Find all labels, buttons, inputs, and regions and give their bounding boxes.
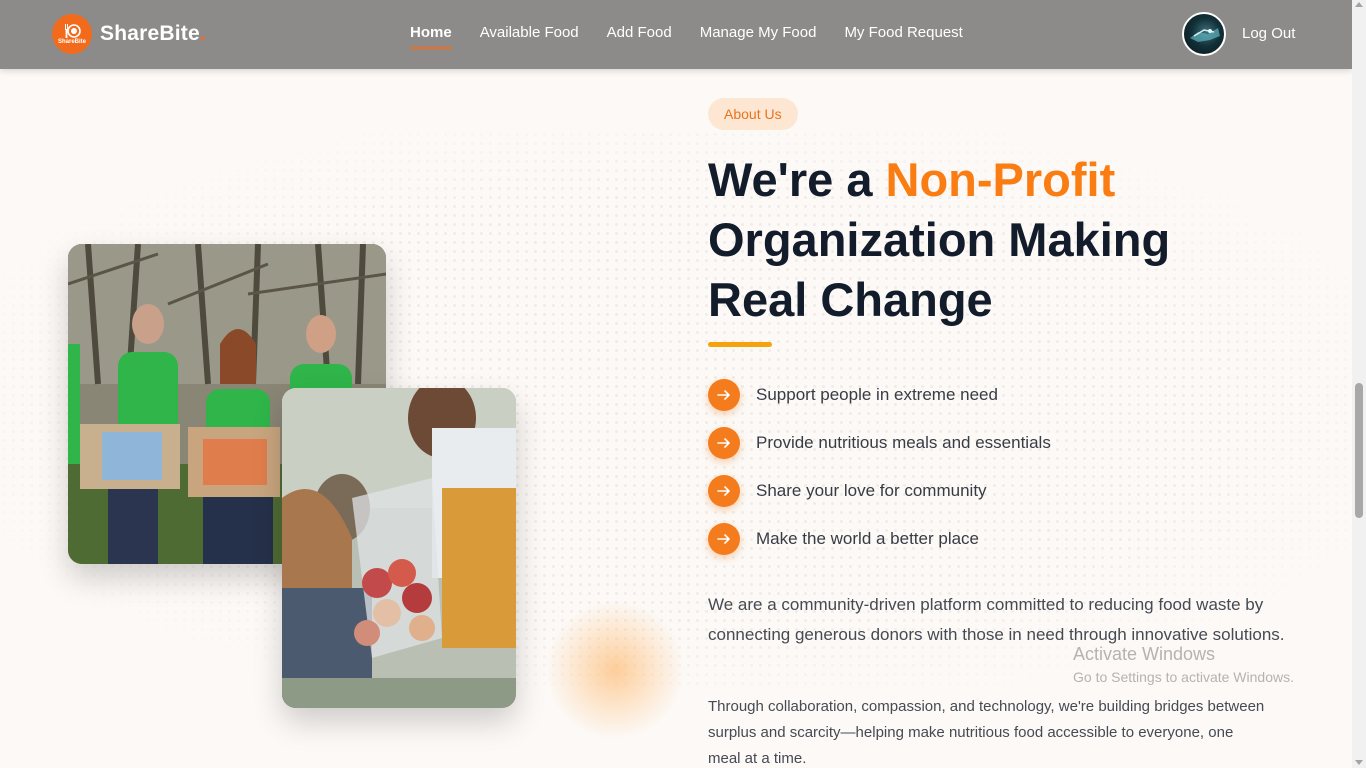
brand-dot: . [199, 22, 206, 45]
decorative-glow [545, 600, 685, 740]
about-paragraph-1: We are a community-driven platform commi… [708, 595, 1285, 644]
scroll-up-icon[interactable] [1355, 2, 1363, 7]
user-avatar[interactable] [1182, 12, 1226, 56]
watermark-title: Activate Windows [1073, 644, 1216, 664]
brand[interactable]: ShareBite ShareBite. [52, 14, 206, 54]
feature-list: Support people in extreme need Provide n… [708, 379, 1051, 571]
food-sharing-photo [282, 388, 516, 708]
feature-text: Support people in extreme need [756, 385, 998, 404]
feature-text: Share your love for community [756, 481, 987, 500]
about-paragraph-2: Through collaboration, compassion, and t… [708, 698, 1265, 767]
headline-highlight: Non-Profit [885, 153, 1116, 206]
scroll-down-icon[interactable] [1355, 760, 1363, 765]
headline-line3: Real Change [708, 273, 993, 326]
page: ShareBite ShareBite. Home Available Food… [0, 0, 1366, 768]
brand-name: ShareBite. [100, 22, 206, 46]
logo-mini-text: ShareBite [57, 38, 86, 45]
arrow-right-icon [708, 475, 740, 507]
feature-item: Support people in extreme need [708, 379, 1051, 411]
avatar-image [1190, 28, 1220, 42]
headline-line2: Organization Making [708, 213, 1171, 266]
about-us-badge: About Us [708, 98, 798, 130]
feature-item: Make the world a better place [708, 523, 1051, 555]
nav-home[interactable]: Home [410, 24, 452, 49]
activate-windows-watermark: Activate Windows Go to Settings to activ… [1073, 643, 1294, 687]
arrow-right-icon [708, 523, 740, 555]
logout-button[interactable]: Log Out [1242, 25, 1295, 42]
main-nav: Home Available Food Add Food Manage My F… [410, 24, 991, 49]
headline-pre: We're a [708, 153, 886, 206]
page-title: We're a Non-Profit Organization Making R… [708, 150, 1268, 330]
title-underline [708, 342, 772, 347]
feature-item: Share your love for community [708, 475, 1051, 507]
nav-add-food[interactable]: Add Food [607, 24, 672, 41]
fork-plate-icon [65, 23, 81, 38]
arrow-right-icon [708, 379, 740, 411]
feature-item: Provide nutritious meals and essentials [708, 427, 1051, 459]
navbar: ShareBite ShareBite. Home Available Food… [0, 0, 1352, 69]
arrow-right-icon [708, 427, 740, 459]
feature-text: Provide nutritious meals and essentials [756, 433, 1051, 452]
nav-manage-my-food[interactable]: Manage My Food [700, 24, 817, 41]
nav-available-food[interactable]: Available Food [480, 24, 579, 41]
nav-my-food-request[interactable]: My Food Request [844, 24, 962, 41]
feature-text: Make the world a better place [756, 529, 980, 548]
logo-icon: ShareBite [52, 14, 92, 54]
brand-name-text: ShareBite [100, 22, 200, 45]
watermark-subtitle: Go to Settings to activate Windows. [1073, 669, 1294, 685]
scroll-thumb[interactable] [1355, 383, 1363, 518]
page-scrollbar[interactable] [1352, 0, 1366, 768]
